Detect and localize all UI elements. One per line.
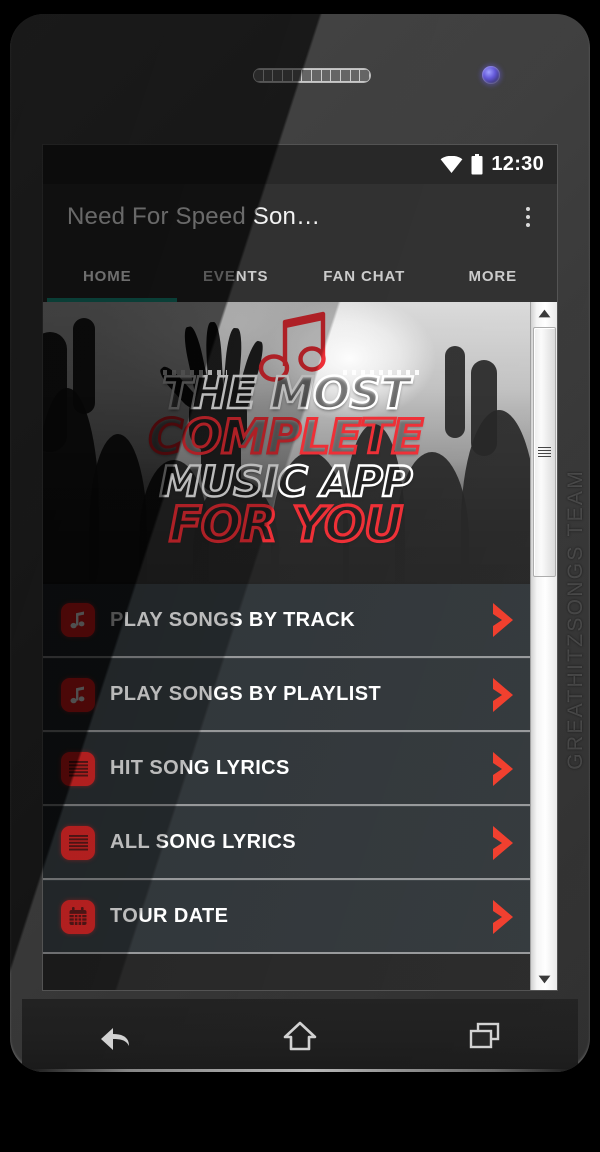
grille-slot xyxy=(350,69,361,82)
status-bar: 12:30 xyxy=(43,145,557,184)
banner-line-4: FOR YOU xyxy=(167,497,404,554)
list-item-hit-song-lyrics[interactable]: HIT SONG LYRICS xyxy=(43,732,530,806)
music-note-icon xyxy=(61,677,95,712)
list-item-label: ALL SONG LYRICS xyxy=(110,831,297,853)
scrollbar-thumb[interactable] xyxy=(533,327,556,577)
vertical-scrollbar[interactable] xyxy=(530,302,557,990)
lyrics-lines-icon xyxy=(61,825,95,860)
earpiece-speaker-grille xyxy=(253,68,371,83)
grille-slot xyxy=(263,69,274,82)
calendar-icon xyxy=(61,899,95,934)
grille-slot xyxy=(360,69,370,82)
bezel-brand-text: GREATHITZSONGS TEAM xyxy=(564,468,587,770)
list-item-all-song-lyrics[interactable]: ALL SONG LYRICS xyxy=(43,806,530,880)
tab-more[interactable]: MORE xyxy=(429,268,558,302)
music-note-icon xyxy=(61,603,95,637)
front-camera-lens xyxy=(482,66,500,84)
chevron-right-icon[interactable] xyxy=(490,824,516,862)
scroll-down-arrow-icon[interactable] xyxy=(531,968,557,990)
chevron-right-icon[interactable] xyxy=(490,676,516,714)
banner-line-1: THE MOST xyxy=(161,368,412,419)
overflow-dot xyxy=(526,222,530,227)
back-icon[interactable] xyxy=(79,1006,151,1066)
overflow-dot xyxy=(526,206,530,211)
list-item-label: PLAY SONGS BY PLAYLIST xyxy=(110,683,382,705)
list-item-label: PLAY SONGS BY TRACK xyxy=(110,608,356,631)
home-content: THE MOST COMPLETE MUSIC APP FOR YOU PLAY… xyxy=(43,302,530,954)
app-action-bar: Need For Speed Son… xyxy=(43,184,557,249)
wifi-icon xyxy=(440,156,463,173)
grille-slot xyxy=(341,69,351,82)
grille-slot xyxy=(321,69,332,82)
overflow-menu-icon[interactable] xyxy=(511,195,545,239)
recents-icon[interactable] xyxy=(449,1006,521,1066)
chevron-right-icon[interactable] xyxy=(490,898,516,936)
tab-fan-chat[interactable]: FAN CHAT xyxy=(300,268,429,302)
scroll-up-arrow-icon[interactable] xyxy=(531,302,557,324)
grille-slot xyxy=(312,69,322,82)
chevron-right-icon[interactable] xyxy=(490,750,516,788)
banner-line-2: COMPLETE xyxy=(147,410,425,466)
grille-slot xyxy=(283,69,293,82)
chevron-right-icon[interactable] xyxy=(490,601,516,639)
page-title: Need For Speed Son… xyxy=(67,202,321,230)
list-item-label: TOUR DATE xyxy=(110,905,229,927)
banner-line-3: MUSIC APP xyxy=(158,456,414,506)
battery-icon xyxy=(471,154,483,175)
tab-events[interactable]: EVENTS xyxy=(172,268,301,302)
list-item-play-songs-by-track[interactable]: PLAY SONGS BY TRACK xyxy=(43,584,530,658)
home-icon[interactable] xyxy=(264,1006,336,1066)
grille-slot xyxy=(292,69,303,82)
grille-slot xyxy=(273,69,284,82)
home-menu-list: PLAY SONGS BY TRACK PLAY SONGS BY PLAYLI… xyxy=(43,584,530,954)
phone-device-frame: GREATHITZSONGS TEAM 12:30 Need For Speed… xyxy=(10,14,590,1072)
lyrics-lines-icon xyxy=(61,751,95,786)
promo-banner[interactable]: THE MOST COMPLETE MUSIC APP FOR YOU xyxy=(43,302,530,584)
bezel-brand-watermark: GREATHITZSONGS TEAM xyxy=(564,394,588,844)
grille-slot xyxy=(254,69,264,82)
grille-slot xyxy=(331,69,342,82)
banner-headline: THE MOST COMPLETE MUSIC APP FOR YOU xyxy=(43,368,530,554)
grille-slot xyxy=(302,69,313,82)
tab-bar: HOME EVENTS FAN CHAT MORE xyxy=(43,249,557,302)
overflow-dot xyxy=(526,214,530,219)
scrollbar-thumb-grip xyxy=(538,446,551,458)
status-clock: 12:30 xyxy=(491,153,544,175)
list-item-tour-date[interactable]: TOUR DATE xyxy=(43,880,530,954)
home-scroll-area: THE MOST COMPLETE MUSIC APP FOR YOU PLAY… xyxy=(43,302,557,990)
android-navigation-bar xyxy=(22,999,578,1072)
list-item-label: HIT SONG LYRICS xyxy=(110,757,290,779)
tab-home[interactable]: HOME xyxy=(43,268,172,302)
device-bottom-edge-highlight xyxy=(30,1069,570,1072)
list-item-play-songs-by-playlist[interactable]: PLAY SONGS BY PLAYLIST xyxy=(43,658,530,732)
phone-screen: 12:30 Need For Speed Son… HOME EVENTS FA… xyxy=(43,145,557,990)
